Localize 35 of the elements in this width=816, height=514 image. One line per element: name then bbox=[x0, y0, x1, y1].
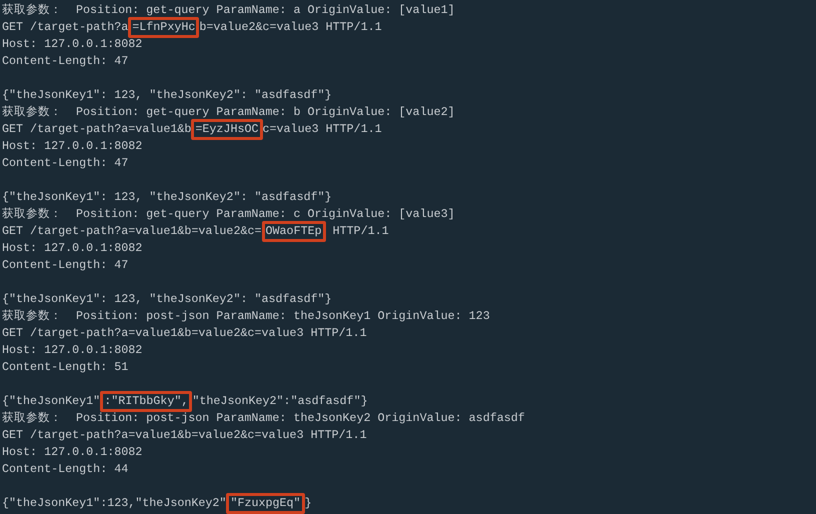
terminal-text: Content-Length: 44 bbox=[2, 461, 128, 478]
terminal-text: 获取参数： Position: post-json ParamName: theJsonKey2 OriginValue: asdfasdf bbox=[2, 410, 525, 427]
terminal-text: 获取参数： Position: get-query ParamName: b OriginValue: [value2] bbox=[2, 104, 455, 121]
terminal-text: Content-Length: 47 bbox=[2, 155, 128, 172]
terminal-text: Content-Length: 47 bbox=[2, 257, 128, 274]
terminal-text: Host: 127.0.0.1:8082 bbox=[2, 138, 142, 155]
highlighted-text: =LfnPxyHc bbox=[128, 17, 200, 38]
highlighted-text: =EyzJHsOC bbox=[191, 119, 262, 140]
terminal-text: 获取参数： Position: get-query ParamName: a OriginValue: [value1] bbox=[2, 2, 455, 19]
terminal-text: Content-Length: 47 bbox=[2, 53, 128, 70]
terminal-text: c=value3 HTTP/1.1 bbox=[262, 121, 382, 138]
terminal-text: GET /target-path?a=value1&b=value2&c= bbox=[2, 223, 262, 240]
terminal-text: Host: 127.0.0.1:8082 bbox=[2, 342, 142, 359]
terminal-text: } bbox=[304, 495, 312, 512]
terminal-text: {"theJsonKey1": 123, "theJsonKey2": "asdfasdf"} bbox=[2, 189, 332, 206]
terminal-text: b=value2&c=value3 HTTP/1.1 bbox=[199, 19, 382, 36]
terminal-text: {"theJsonKey1":123,"theJsonKey2" bbox=[2, 495, 226, 512]
terminal-text: {"theJsonKey1" bbox=[2, 393, 100, 410]
terminal-text: {"theJsonKey1": 123, "theJsonKey2": "asdfasdf"} bbox=[2, 87, 332, 104]
terminal-text: "theJsonKey2":"asdfasdf"} bbox=[192, 393, 368, 410]
terminal-text: HTTP/1.1 bbox=[332, 223, 389, 240]
highlighted-text: OWaoFTEp bbox=[262, 221, 326, 242]
terminal-text: {"theJsonKey1": 123, "theJsonKey2": "asdfasdf"} bbox=[2, 291, 332, 308]
terminal-text: Host: 127.0.0.1:8082 bbox=[2, 36, 142, 53]
highlighted-text: :"RITbbGky", bbox=[100, 391, 192, 412]
terminal-text: Content-Length: 51 bbox=[2, 359, 128, 376]
terminal-text: GET /target-path?a=value1&b=value2&c=value3 HTTP/1.1 bbox=[2, 325, 367, 342]
terminal-text: GET /target-path?a bbox=[2, 19, 128, 36]
terminal-text: 获取参数： Position: post-json ParamName: theJsonKey1 OriginValue: 123 bbox=[2, 308, 490, 325]
terminal-text: GET /target-path?a=value1&b=value2&c=value3 HTTP/1.1 bbox=[2, 427, 367, 444]
terminal-text: Host: 127.0.0.1:8082 bbox=[2, 444, 142, 461]
terminal-text: 获取参数： Position: get-query ParamName: c OriginValue: [value3] bbox=[2, 206, 455, 223]
highlighted-text: "FzuxpgEq" bbox=[226, 493, 305, 514]
terminal-text: Host: 127.0.0.1:8082 bbox=[2, 240, 142, 257]
terminal-text: GET /target-path?a=value1&b bbox=[2, 121, 192, 138]
